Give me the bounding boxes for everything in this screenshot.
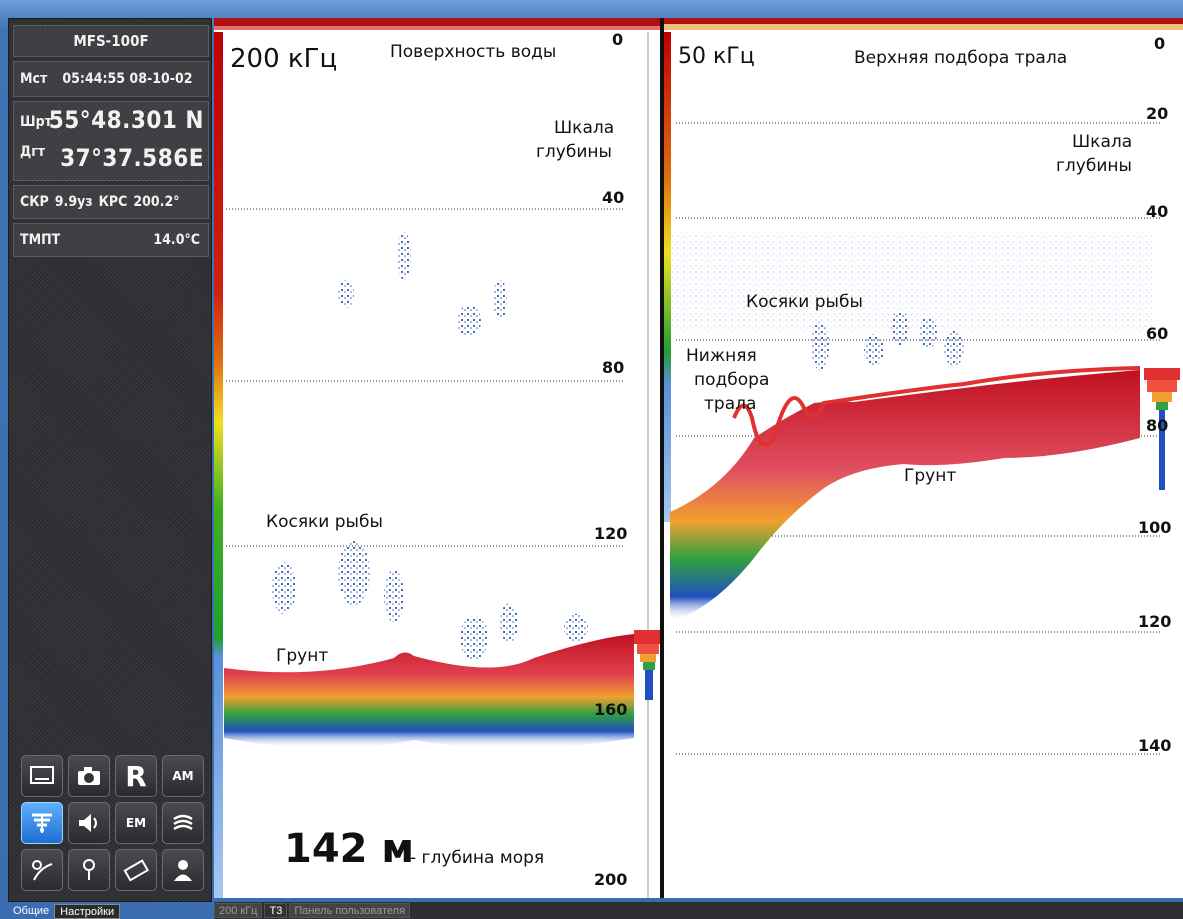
course-label: КРС — [98, 194, 128, 210]
depth-mark-0: 0 — [612, 30, 624, 49]
am-button[interactable]: AM — [162, 755, 204, 797]
scale-label-50-line1: Шкала — [1072, 132, 1133, 152]
depth-mark-50-140: 140 — [1138, 736, 1172, 755]
echogram-200khz[interactable]: 200 кГц Поверхность воды Шкала глубины К… — [214, 18, 660, 898]
speaker-button[interactable] — [68, 802, 110, 844]
time-label: Мст — [20, 71, 48, 87]
scale-label-line2: глубины — [536, 142, 612, 162]
record-button[interactable]: R — [115, 755, 157, 797]
tab-200khz[interactable]: 200 кГц — [214, 903, 263, 918]
depth-mark-200: 200 — [594, 870, 628, 889]
temperature-readout: ТМПТ 14.0°С — [13, 223, 209, 257]
fish-schools-upper — [338, 232, 507, 337]
tab-t3[interactable]: Т3 — [264, 903, 288, 918]
panel-tab-bar: 200 кГц Т3 Панель пользователя — [214, 902, 1183, 919]
ground-label-50: Грунт — [904, 466, 957, 486]
course-value: 200.2° — [133, 194, 180, 210]
depth-mark-120: 120 — [594, 524, 628, 543]
time-readout: Мст 05:44:55 08-10-02 — [13, 61, 209, 97]
trawl-curve-icon — [32, 860, 53, 881]
speed-label: СКР — [20, 194, 49, 210]
footrope-label-line2: подбора — [694, 370, 770, 390]
latitude-value: 55°48.301 N — [48, 106, 204, 134]
tab-settings[interactable]: Настройки — [54, 904, 121, 919]
em-button[interactable]: EM — [115, 802, 157, 844]
sea-depth-caption: - глубина моря — [410, 848, 545, 868]
tab-user-panel[interactable]: Панель пользователя — [289, 903, 411, 918]
camera-icon — [78, 767, 100, 785]
film-icon — [123, 859, 150, 882]
color-scale — [214, 32, 223, 898]
depth-mark-50-100: 100 — [1138, 518, 1172, 537]
longitude-value: 37°37.586E — [60, 144, 204, 172]
sonar-waves-button[interactable] — [162, 802, 204, 844]
depth-mark-40: 40 — [602, 188, 625, 207]
fish-label-50: Косяки рыбы — [746, 292, 863, 312]
film-button[interactable] — [115, 849, 157, 891]
depth-mark-50-120: 120 — [1138, 612, 1172, 631]
echo-filter-button[interactable] — [21, 802, 63, 844]
depth-mark-50-40: 40 — [1146, 202, 1169, 221]
depth-mark-50-80: 80 — [1146, 416, 1169, 435]
model-name: MFS-100F — [13, 25, 209, 57]
camera-button[interactable] — [68, 755, 110, 797]
frequency-label-200: 200 кГц — [230, 44, 338, 74]
sea-depth-value: 142 м — [284, 826, 415, 872]
info-sidebar: MFS-100F Мст 05:44:55 08-10-02 Шрт 55°48… — [8, 18, 212, 902]
scale-label-line1: Шкала — [554, 118, 615, 138]
depth-mark-50-60: 60 — [1146, 324, 1169, 343]
latitude-row: Шрт 55°48.301 N — [20, 104, 208, 140]
speaker-icon — [79, 814, 97, 832]
longitude-row: Дгт 37°37.586E — [20, 142, 208, 178]
tool-grid: R AM EM — [21, 755, 207, 899]
position-readout: Шрт 55°48.301 N Дгт 37°37.586E — [13, 101, 209, 181]
depth-mark-160: 160 — [594, 700, 628, 719]
em-icon: EM — [125, 816, 147, 830]
user-button[interactable] — [162, 849, 204, 891]
monitor-icon — [30, 766, 54, 784]
fish-schools-lower — [272, 541, 588, 660]
footrope-label-line3: трала — [704, 394, 757, 414]
trawl-curve-button[interactable] — [21, 849, 63, 891]
footrope-label-line1: Нижняя — [686, 346, 757, 366]
color-scale-50 — [664, 32, 671, 522]
am-icon: AM — [172, 769, 194, 783]
scale-label-50-line2: глубины — [1056, 156, 1132, 176]
time-value: 05:44:55 08-10-02 — [62, 71, 193, 87]
echo-filter-icon — [32, 813, 52, 833]
frequency-label-50: 50 кГц — [678, 44, 755, 69]
app-window: MFS-100F Мст 05:44:55 08-10-02 Шрт 55°48… — [0, 0, 1183, 919]
speed-value: 9.9уз — [54, 194, 93, 210]
monitor-button[interactable] — [21, 755, 63, 797]
fish-label-200: Косяки рыбы — [266, 512, 383, 532]
temperature-label: ТМПТ — [20, 232, 61, 248]
temperature-value: 14.0°С — [153, 232, 200, 248]
ground-label-200: Грунт — [276, 646, 329, 666]
signal-waveform — [634, 630, 660, 700]
depth-mark-50-20: 20 — [1146, 104, 1169, 123]
echogram-50khz[interactable]: 50 кГц Верхняя подбора трала Шкала глуби… — [664, 18, 1183, 898]
speed-course-readout: СКР 9.9уз КРС 200.2° — [13, 185, 209, 219]
depth-mark-80: 80 — [602, 358, 625, 377]
headrope-label: Верхняя подбора трала — [854, 48, 1068, 68]
sidebar-tabs: Общие Настройки — [8, 904, 121, 919]
probe-icon — [83, 859, 95, 880]
latitude-label: Шрт — [20, 114, 52, 130]
depth-mark-50-0: 0 — [1154, 34, 1166, 53]
record-icon: R — [125, 759, 147, 793]
surface-label: Поверхность воды — [390, 42, 557, 62]
tab-general[interactable]: Общие — [8, 904, 54, 919]
probe-button[interactable] — [68, 849, 110, 891]
sonar-waves-icon — [173, 814, 193, 831]
longitude-label: Дгт — [20, 144, 46, 160]
user-icon — [174, 860, 192, 881]
